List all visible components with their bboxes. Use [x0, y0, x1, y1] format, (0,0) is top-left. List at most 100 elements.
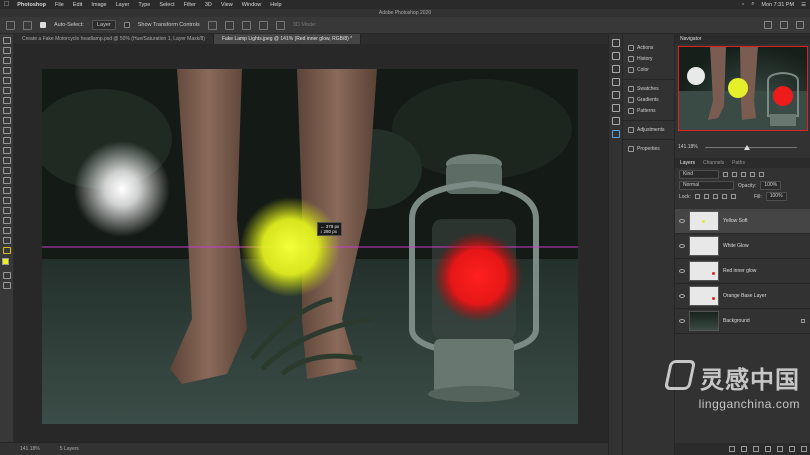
link-layers-icon[interactable] [729, 446, 735, 452]
navigator-zoom-slider[interactable] [705, 145, 797, 150]
paragraph-icon[interactable] [612, 78, 620, 86]
navigator-tab[interactable]: Navigator [675, 34, 810, 44]
more-options-icon[interactable] [275, 20, 285, 30]
navigator-zoom-value[interactable]: 141.18% [678, 144, 698, 150]
path-select-tool-icon[interactable] [3, 207, 11, 214]
brush-tool-icon[interactable] [3, 117, 11, 124]
history-brush-tool-icon[interactable] [3, 137, 11, 144]
menu-type[interactable]: Type [138, 2, 150, 8]
lasso-tool-icon[interactable] [3, 57, 11, 64]
pen-tool-icon[interactable] [3, 187, 11, 194]
panel-history[interactable]: History [623, 53, 674, 64]
glyph-icon[interactable] [612, 91, 620, 99]
auto-select-checkbox[interactable] [40, 22, 46, 28]
menu-window[interactable]: Window [242, 2, 262, 8]
color-swatches[interactable] [1, 257, 13, 269]
filter-pixel-icon[interactable] [723, 172, 728, 177]
document-canvas[interactable]: ↔ 378 px ↕ 280 px [42, 69, 578, 424]
visibility-eye-icon[interactable] [679, 319, 685, 323]
app-m-icon[interactable] [612, 130, 620, 138]
layer-row-yellow-soft[interactable]: Yellow Soft [675, 209, 810, 234]
panel-properties[interactable]: Properties [623, 143, 674, 154]
opacity-field[interactable]: 100% [760, 181, 782, 190]
menu-3d[interactable]: 3D [205, 2, 212, 8]
search-panel-icon[interactable] [764, 21, 772, 29]
panel-adjustments[interactable]: Adjustments [623, 124, 674, 135]
quick-select-tool-icon[interactable] [3, 67, 11, 74]
fx-icon[interactable] [741, 446, 747, 452]
search-icon[interactable]: ⌕ [751, 1, 754, 8]
crop-tool-icon[interactable] [3, 77, 11, 84]
auto-select-dropdown[interactable]: Layer [91, 20, 116, 30]
menu-file[interactable]: File [55, 2, 64, 8]
align-center-icon[interactable] [224, 20, 234, 30]
tab-fake-lamp-lights[interactable]: Fake Lamp Lights.jpeg @ 141% (Red inner … [213, 34, 362, 44]
navigator-preview[interactable] [678, 46, 808, 131]
panel-patterns[interactable]: Patterns [623, 105, 674, 116]
move-tool-icon[interactable] [3, 37, 11, 44]
add-mask-icon[interactable] [753, 446, 759, 452]
home-icon[interactable] [6, 20, 15, 30]
visibility-eye-icon[interactable] [679, 244, 685, 248]
layer-name[interactable]: Background [723, 318, 750, 324]
menu-layer[interactable]: Layer [116, 2, 130, 8]
trash-icon[interactable] [801, 446, 807, 452]
zoom-slider-knob[interactable] [744, 145, 751, 150]
gradient-tool-icon[interactable] [3, 157, 11, 164]
panel-gradients[interactable]: Gradients [623, 94, 674, 105]
new-group-icon[interactable] [777, 446, 783, 452]
layer-name[interactable]: Red inner glow [723, 268, 756, 274]
filter-type-icon[interactable] [741, 172, 746, 177]
panel-color[interactable]: Color [623, 64, 674, 75]
layer-name[interactable]: White Glow [723, 243, 749, 249]
white-glow[interactable] [74, 141, 170, 237]
layer-row-orange-base[interactable]: Orange Base Layer [675, 284, 810, 309]
tab-paths[interactable]: Paths [732, 158, 745, 168]
layer-row-background[interactable]: Background [675, 309, 810, 334]
blend-mode-dropdown[interactable]: Normal [679, 181, 734, 190]
hand-tool-icon[interactable] [3, 227, 11, 234]
eyedropper-tool-icon[interactable] [3, 97, 11, 104]
filter-adjust-icon[interactable] [732, 172, 737, 177]
lock-transparent-icon[interactable] [694, 194, 700, 199]
panel-collapse-icon[interactable] [612, 39, 620, 47]
lock-all-icon[interactable] [730, 194, 736, 199]
layer-filter-dropdown[interactable]: Kind [679, 170, 719, 179]
lock-position-icon[interactable] [712, 194, 718, 199]
visibility-eye-icon[interactable] [679, 269, 685, 273]
visibility-eye-icon[interactable] [679, 219, 685, 223]
tools-x-icon[interactable] [612, 104, 620, 112]
tab-motorcycle-headlamp[interactable]: Create a Fake Motorcycle headlamp.psd @ … [14, 34, 214, 44]
menu-help[interactable]: Help [270, 2, 281, 8]
visibility-eye-icon[interactable] [679, 294, 685, 298]
screen-mode-icon[interactable] [3, 282, 11, 289]
frame-tool-icon[interactable] [3, 87, 11, 94]
menu-select[interactable]: Select [159, 2, 174, 8]
navigator-view-frame[interactable] [678, 46, 808, 131]
menu-extras-icon[interactable]: ☰ [801, 2, 806, 8]
align-left-icon[interactable] [207, 20, 217, 30]
stamp-tool-icon[interactable] [3, 127, 11, 134]
menu-image[interactable]: Image [91, 2, 106, 8]
eraser-tool-icon[interactable] [3, 147, 11, 154]
healing-tool-icon[interactable] [3, 107, 11, 114]
banana-icon[interactable] [3, 247, 11, 254]
menu-app[interactable]: Photoshop [17, 2, 46, 8]
dodge-tool-icon[interactable] [3, 177, 11, 184]
workspace-icon[interactable] [780, 21, 788, 29]
blur-tool-icon[interactable] [3, 167, 11, 174]
zoom-tool-icon[interactable] [3, 237, 11, 244]
quick-mask-icon[interactable] [3, 272, 11, 279]
layer-name[interactable]: Orange Base Layer [723, 293, 766, 299]
lock-artboard-icon[interactable] [721, 194, 727, 199]
show-transform-checkbox[interactable] [123, 22, 130, 28]
menu-clock[interactable]: Mon 7:31 PM [761, 2, 794, 8]
tab-channels[interactable]: Channels [703, 158, 724, 168]
character-icon[interactable] [612, 65, 620, 73]
layer-row-white-glow[interactable]: White Glow [675, 234, 810, 259]
type-tool-icon[interactable] [3, 197, 11, 204]
distribute-icon[interactable] [258, 20, 268, 30]
apple-icon[interactable]:  [4, 1, 9, 8]
status-zoom[interactable]: 141.18% [20, 446, 40, 452]
marquee-tool-icon[interactable] [3, 47, 11, 54]
